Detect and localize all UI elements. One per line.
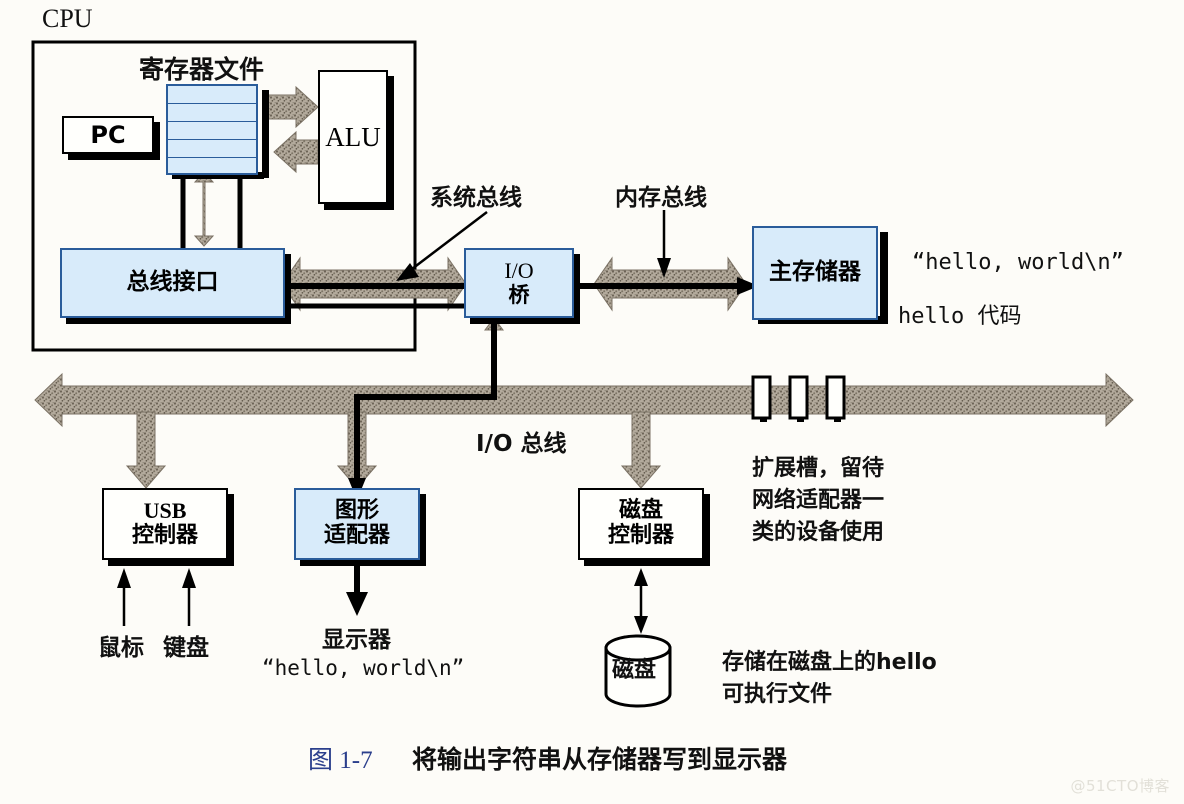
disk-file-note-line2: 可执行文件 xyxy=(722,682,833,707)
disk-controller-line1: 磁盘 xyxy=(618,498,663,524)
disk-controller-line2: 控制器 xyxy=(607,523,674,548)
alu-box: ALU xyxy=(318,70,388,204)
disk-label: 磁盘 xyxy=(612,658,657,683)
io-bus-to-usb-arrow xyxy=(125,411,167,489)
register-row-divider xyxy=(168,121,256,122)
main-memory-box: 主存储器 xyxy=(752,226,878,320)
expansion-slots-note-line2: 网络适配器一 xyxy=(752,488,885,513)
system-bus-label: 系统总线 xyxy=(430,185,522,211)
disk-link-up-arrowhead xyxy=(634,568,648,586)
io-bus-to-disk-arrow xyxy=(620,411,662,489)
memory-bus-label: 内存总线 xyxy=(615,185,707,211)
register-file-shadow xyxy=(262,90,269,178)
pc-box: PC xyxy=(62,116,154,154)
bus-interface-box: 总线接口 xyxy=(60,248,285,318)
mouse-arrowhead xyxy=(117,568,131,588)
register-file-title: 寄存器文件 xyxy=(139,55,265,84)
cpu-label: CPU xyxy=(42,4,93,33)
keyboard-label: 键盘 xyxy=(163,635,209,661)
register-row-divider xyxy=(168,139,256,140)
regfile-businterface-arrow xyxy=(193,171,215,247)
io-bridge-label-line2: 桥 xyxy=(508,282,530,307)
caption-text: 将输出字符串从存储器写到显示器 xyxy=(412,745,788,774)
main-memory-label: 主存储器 xyxy=(769,259,861,286)
expansion-slots-note-line1: 扩展槽，留待 xyxy=(752,456,885,481)
register-row-divider xyxy=(168,103,256,104)
usb-controller-line1: USB xyxy=(143,498,187,524)
graphics-adapter-line1: 图形 xyxy=(334,498,379,524)
disk-link-down-arrowhead xyxy=(634,616,648,634)
alu-label: ALU xyxy=(325,121,381,152)
display-output-label: “hello, world\n” xyxy=(262,656,465,680)
expansion-slot-3 xyxy=(825,375,846,420)
alu-to-regfile-arrow xyxy=(273,130,319,174)
expansion-slot-1 xyxy=(751,375,772,420)
mouse-label: 鼠标 xyxy=(98,635,144,661)
main-memory-shadow-right xyxy=(880,232,888,324)
pc-label: PC xyxy=(90,120,126,149)
register-row-divider xyxy=(168,157,256,158)
figure-canvas: PC ALU 总线接口 I/O 桥 主存储器 USB 控制器 图形 适配器 磁盘… xyxy=(0,0,1184,804)
watermark: @51CTO博客 xyxy=(1070,777,1170,795)
expansion-slot-2 xyxy=(788,375,809,420)
io-bus-arrow xyxy=(34,372,1134,428)
usb-controller-box: USB 控制器 xyxy=(102,488,228,560)
memory-contents-line2: hello 代码 xyxy=(898,304,1022,329)
regfile-to-alu-arrow xyxy=(267,85,319,129)
display-label: 显示器 xyxy=(322,627,391,653)
disk-file-note-line1: 存储在磁盘上的hello xyxy=(722,650,937,675)
io-bridge-label-line1: I/O xyxy=(504,257,534,283)
keyboard-arrowhead xyxy=(182,568,196,588)
register-file-box xyxy=(166,84,258,175)
caption-number: 图 1-7 xyxy=(308,747,373,774)
expansion-slots-note-line3: 类的设备使用 xyxy=(752,520,885,545)
io-bridge-box: I/O 桥 xyxy=(464,248,574,318)
bus-interface-label: 总线接口 xyxy=(126,269,219,296)
memory-contents-line1: “hello, world\n” xyxy=(912,250,1124,275)
graphics-adapter-box: 图形 适配器 xyxy=(294,488,420,560)
io-bus-label: I/O 总线 xyxy=(476,431,567,457)
graphics-to-display-arrowhead xyxy=(346,592,368,616)
graphics-adapter-line2: 适配器 xyxy=(323,523,390,548)
disk-controller-box: 磁盘 控制器 xyxy=(578,488,704,560)
usb-controller-line2: 控制器 xyxy=(131,523,198,548)
